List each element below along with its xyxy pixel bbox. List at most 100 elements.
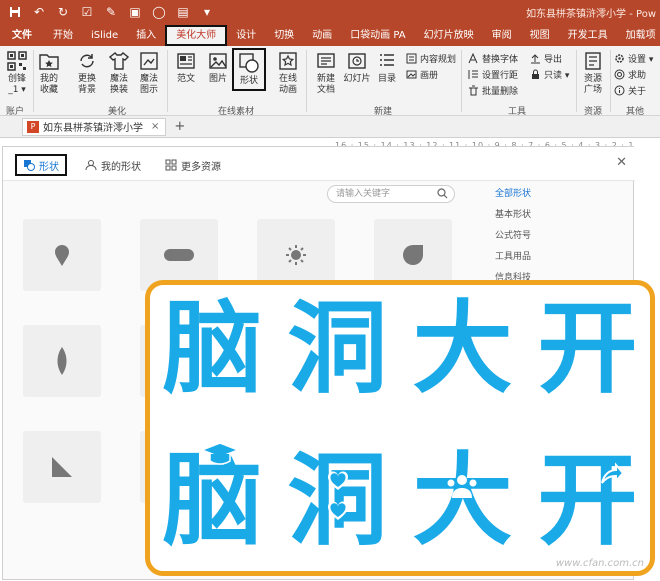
magic-diagram-button[interactable]: 魔法 图示: [136, 50, 162, 96]
online-animation-button[interactable]: 在线 动画: [274, 50, 302, 96]
shape-tile-pin[interactable]: [23, 219, 101, 291]
glyph-da-decorated: 大: [412, 442, 513, 559]
export-button[interactable]: 导出: [530, 52, 562, 65]
export-icon: [530, 53, 541, 64]
template-button[interactable]: 范文: [172, 50, 200, 85]
list-icon: [376, 50, 398, 72]
tab-my-shapes[interactable]: 我的形状: [85, 154, 141, 176]
new-document-button[interactable]: 新建 文档: [312, 50, 340, 96]
replace-font-button[interactable]: 替换字体: [468, 52, 518, 65]
tab-insert[interactable]: 插入: [127, 26, 165, 46]
tab-beautify-master[interactable]: 美化大师: [165, 25, 228, 46]
tab-animations[interactable]: 动画: [303, 26, 341, 46]
line-spacing-button[interactable]: 设置行距: [468, 68, 518, 81]
toc-button[interactable]: 目录: [374, 50, 400, 85]
account-button[interactable]: 创锋 _1 ▾: [4, 50, 30, 96]
example-overlay: 脑 洞 大 开 脑 洞 大 开 www.cfan.com.cn: [145, 280, 655, 576]
clock-icon: [346, 50, 368, 72]
settings-button[interactable]: 设置 ▾: [614, 52, 653, 65]
glyph-kai-decorated: 开: [537, 442, 638, 559]
slide-button[interactable]: 幻灯片: [342, 50, 372, 85]
tab-islide[interactable]: iSlide: [82, 26, 127, 46]
shirt-icon: [108, 50, 130, 72]
tab-home[interactable]: 开始: [44, 26, 82, 46]
shape-button[interactable]: 形状: [232, 48, 266, 91]
glyph-da: 大: [412, 290, 513, 407]
shape-icon: [238, 52, 260, 74]
user-icon: [85, 160, 97, 171]
magic-outfit-button[interactable]: 魔法 换装: [106, 50, 132, 96]
tab-design[interactable]: 设计: [227, 26, 265, 46]
tab-view[interactable]: 视图: [521, 26, 559, 46]
lock-icon: [530, 69, 541, 80]
close-panel-icon[interactable]: ✕: [616, 155, 627, 170]
category-basic-shapes[interactable]: 基本形状: [495, 208, 615, 229]
share-arrow-icon: [600, 462, 624, 484]
decorated-text-row: 脑 洞 大 开: [150, 442, 650, 559]
group-separator: [167, 50, 168, 112]
picture-button[interactable]: 图片: [204, 50, 232, 85]
category-all-shapes[interactable]: 全部形状: [495, 187, 615, 208]
category-formula-symbols[interactable]: 公式符号: [495, 229, 615, 250]
grid-icon: [165, 159, 177, 171]
shape-tile-lens[interactable]: [23, 325, 101, 397]
picture-icon: [207, 50, 229, 72]
shapes-icon[interactable]: ◯: [150, 3, 168, 21]
resource-square-button[interactable]: 资源 广场: [580, 50, 606, 96]
format-painter-icon[interactable]: ✎: [102, 3, 120, 21]
category-tools[interactable]: 工具用品: [495, 250, 615, 271]
watermark: www.cfan.com.cn: [555, 558, 644, 569]
screenshot-icon[interactable]: ▣: [126, 3, 144, 21]
tab-review[interactable]: 审阅: [483, 26, 521, 46]
ribbon-tabs: 文件 开始 iSlide 插入 美化大师 设计 切换 动画 口袋动画 PA 幻灯…: [0, 24, 660, 46]
customize-icon[interactable]: ▾: [198, 3, 216, 21]
textbox-icon[interactable]: ▤: [174, 3, 192, 21]
tab-pocket-animation[interactable]: 口袋动画 PA: [341, 26, 414, 46]
batch-delete-button[interactable]: 批量删除: [468, 84, 518, 97]
powerpoint-icon: P: [27, 120, 39, 133]
album-button[interactable]: 画册: [406, 68, 438, 81]
my-favorites-button[interactable]: 我的 收藏: [36, 50, 62, 96]
about-button[interactable]: 关于: [614, 84, 646, 97]
tab-addins[interactable]: 加载项: [617, 26, 660, 46]
heart-icon: [327, 501, 348, 520]
glyph-nao-decorated: 脑: [162, 442, 263, 559]
group-separator: [610, 50, 611, 112]
undo-icon[interactable]: ↶: [30, 3, 48, 21]
gear-icon: [614, 53, 625, 64]
content-plan-button[interactable]: 内容规划: [406, 52, 456, 65]
help-icon: [614, 69, 625, 80]
line-spacing-icon: [468, 69, 479, 80]
plain-text-row: 脑 洞 大 开: [150, 299, 650, 399]
document-tab[interactable]: P 如东县栟茶镇浒澪小学 ×: [22, 117, 167, 136]
group-separator: [576, 50, 577, 112]
tab-shapes[interactable]: 形状: [15, 154, 67, 176]
qr-code-icon: [6, 50, 28, 72]
shapes-tab-icon: [24, 160, 35, 171]
tab-transitions[interactable]: 切换: [265, 26, 303, 46]
star-icon: [277, 50, 299, 72]
pin-shape-icon: [55, 245, 69, 266]
shape-tile-triangle[interactable]: [23, 431, 101, 503]
group-separator: [33, 50, 34, 112]
window-title: 如东县栟茶镇浒澪小学 - Pow: [526, 9, 656, 20]
checkbox-icon[interactable]: ☑: [78, 3, 96, 21]
tab-slideshow[interactable]: 幻灯片放映: [415, 26, 483, 46]
close-document-tab-icon[interactable]: ×: [151, 121, 159, 132]
search-icon[interactable]: [437, 188, 448, 199]
glyph-dong-decorated: 洞: [287, 442, 388, 559]
help-button[interactable]: 求助: [614, 68, 646, 81]
tab-more-resources[interactable]: 更多资源: [165, 154, 221, 176]
glyph-nao: 脑: [162, 290, 263, 407]
document-icon: [175, 50, 197, 72]
redo-icon[interactable]: ↻: [54, 3, 72, 21]
right-triangle-shape-icon: [52, 457, 72, 477]
tab-file[interactable]: 文件: [0, 26, 44, 46]
change-background-button[interactable]: 更换 背景: [74, 50, 100, 96]
tab-developer[interactable]: 开发工具: [559, 26, 617, 46]
read-only-button[interactable]: 只读 ▾: [530, 68, 569, 81]
search-input[interactable]: 请输入关键字: [327, 185, 455, 203]
group-separator: [306, 50, 307, 112]
add-tab-icon[interactable]: +: [174, 119, 185, 134]
save-icon[interactable]: [6, 3, 24, 21]
